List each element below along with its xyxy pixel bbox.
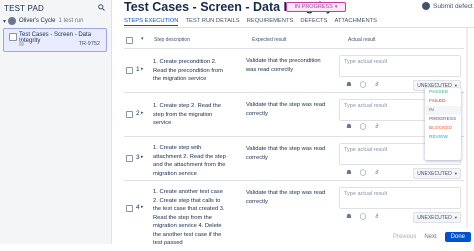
search-icon[interactable] <box>98 3 105 13</box>
step-description[interactable]: 1. Create step with attachment 2. Read t… <box>146 141 236 181</box>
status-option-in-progress[interactable]: IN PROGRESS <box>425 106 461 122</box>
comment-icon[interactable]: ◯ <box>359 170 367 177</box>
tab-defects[interactable]: DEFECTS <box>300 16 327 26</box>
select-all-checkbox[interactable] <box>126 37 133 44</box>
scrollbar[interactable] <box>466 28 468 228</box>
submit-defect-button[interactable]: Submit defect <box>422 2 473 10</box>
test-run-checkbox[interactable] <box>9 33 17 41</box>
status-option-passed[interactable]: PASSED <box>425 88 461 97</box>
table-row: ▸ 4 1. Create another test case 2. Creat… <box>124 180 464 246</box>
steps-table-header: ▾ Step description Expected result Actua… <box>124 35 464 45</box>
test-status-label: IN PROGRESS <box>294 4 333 10</box>
tab-requirements[interactable]: REQUIREMENTS <box>247 16 294 26</box>
chevron-down-icon: ▾ <box>454 214 457 220</box>
actual-result-cell: Type actual result ☗ ◯ ∂ UNEXECUTED ▾ <box>339 55 461 91</box>
next-button[interactable]: Next <box>424 234 436 240</box>
status-menu: PASSED FAILED IN PROGRESS HOLD BLOCKED R… <box>425 88 461 160</box>
step-status-dropdown[interactable]: UNEXECUTED ▾ <box>413 212 461 223</box>
column-expected-result: Expected result <box>252 37 287 43</box>
bug-icon[interactable]: ☗ <box>345 124 353 131</box>
bug-icon <box>422 2 430 10</box>
table-row: ▸ 1 1. Create precondition 2. Read the p… <box>124 48 464 91</box>
attachment-icon[interactable]: ∂ <box>373 124 381 131</box>
test-run-status-icon <box>19 41 24 46</box>
chevron-down-icon[interactable]: ▾ <box>3 18 6 25</box>
chevron-right-icon[interactable]: ▸ <box>141 154 144 160</box>
test-run-key: TR-9752 <box>78 41 100 47</box>
bug-icon[interactable]: ☗ <box>345 170 353 177</box>
step-number: 3 <box>136 154 140 161</box>
attachment-icon[interactable]: ∂ <box>373 170 381 177</box>
tab-test-run-details[interactable]: TEST RUN DETAILS <box>185 16 239 26</box>
app: TEST PAD ▾ Oliver's Cycle 1 test run Tes… <box>0 0 474 246</box>
sidebar-title: TEST PAD <box>4 3 44 13</box>
test-pad-sidebar: TEST PAD ▾ Oliver's Cycle 1 test run Tes… <box>0 0 112 244</box>
tab-divider <box>124 27 474 28</box>
attachment-icon[interactable]: ∂ <box>373 214 381 221</box>
step-description[interactable]: 1. Create precondition 2. Read the preco… <box>146 55 236 87</box>
comment-icon[interactable]: ◯ <box>359 214 367 221</box>
step-status-label: UNEXECUTED <box>417 170 452 177</box>
chevron-down-icon: ▾ <box>334 4 338 10</box>
test-status-dropdown[interactable]: IN PROGRESS ▾ <box>286 2 346 12</box>
row-checkbox[interactable] <box>126 205 133 212</box>
column-step-description: Step description <box>154 37 190 43</box>
comment-icon[interactable]: ◯ <box>359 82 367 89</box>
row-checkbox[interactable] <box>126 67 133 74</box>
table-row: ▸ 2 1. Create step 2. Read the step from… <box>124 92 464 135</box>
expected-result[interactable]: Validate that the precondition was read … <box>242 55 336 76</box>
step-number: 1 <box>136 66 140 73</box>
chevron-down-icon: ▾ <box>454 170 457 176</box>
bug-icon[interactable]: ☗ <box>345 214 353 221</box>
previous-button[interactable]: Previous <box>393 234 416 240</box>
table-row: ▸ 3 1. Create step with attachment 2. Re… <box>124 136 464 179</box>
cycle-name: Oliver's Cycle <box>19 18 56 24</box>
step-status-dropdown[interactable]: UNEXECUTED ▾ <box>413 168 461 179</box>
step-number: 2 <box>136 110 140 117</box>
row-tools: ☗ ◯ ∂ UNEXECUTED ▾ <box>339 212 461 223</box>
test-run-card[interactable]: Test Cases - Screen - Data Integrity TR-… <box>3 28 107 52</box>
status-option-review[interactable]: REVIEW <box>425 133 461 142</box>
actual-result-input[interactable]: Type actual result <box>339 187 461 209</box>
footer: Previous Next Done <box>112 230 474 244</box>
comment-icon[interactable]: ◯ <box>359 124 367 131</box>
chevron-right-icon[interactable]: ▸ <box>141 110 144 116</box>
actual-result-cell: Type actual result ☗ ◯ ∂ UNEXECUTED ▾ <box>339 187 461 223</box>
expected-result[interactable]: Validate that the step was read correctl… <box>242 143 336 164</box>
step-status-label: UNEXECUTED <box>417 214 452 221</box>
chevron-right-icon[interactable]: ▸ <box>141 204 144 210</box>
bug-icon[interactable]: ☗ <box>345 82 353 89</box>
column-actual-result: Actual result <box>348 37 376 43</box>
done-button[interactable]: Done <box>444 232 471 242</box>
row-checkbox[interactable] <box>126 111 133 118</box>
chevron-right-icon[interactable]: ▸ <box>141 66 144 72</box>
expected-result[interactable]: Validate that the step was read correctl… <box>242 99 336 120</box>
tab-steps-execution[interactable]: STEPS EXECUTION <box>124 16 179 26</box>
submit-defect-label: Submit defect <box>433 2 473 10</box>
status-option-failed[interactable]: FAILED <box>425 97 461 106</box>
main-panel: Test Cases - Screen - Data Integrity IN … <box>112 0 474 246</box>
attachment-icon[interactable]: ∂ <box>373 82 381 89</box>
cycle-icon <box>8 17 17 25</box>
tab-bar: STEPS EXECUTION TEST RUN DETAILS REQUIRE… <box>124 16 384 26</box>
sidebar-header: TEST PAD <box>0 0 111 16</box>
cycle-run-count: 1 test run <box>58 18 84 24</box>
row-tools: ☗ ◯ ∂ UNEXECUTED ▾ <box>339 168 461 179</box>
tab-attachments[interactable]: ATTACHMENTS <box>334 16 377 26</box>
expected-result[interactable]: Validate that the step was read correctl… <box>242 187 336 208</box>
status-option-blocked[interactable]: BLOCKED <box>425 124 461 133</box>
step-number: 4 <box>136 204 140 211</box>
chevron-down-icon[interactable]: ▾ <box>141 36 144 42</box>
step-description[interactable]: 1. Create step 2. Read the step from the… <box>146 99 236 131</box>
cycle-header[interactable]: ▾ Oliver's Cycle 1 test run <box>0 16 111 26</box>
row-checkbox[interactable] <box>126 155 133 162</box>
actual-result-input[interactable]: Type actual result <box>339 55 461 77</box>
